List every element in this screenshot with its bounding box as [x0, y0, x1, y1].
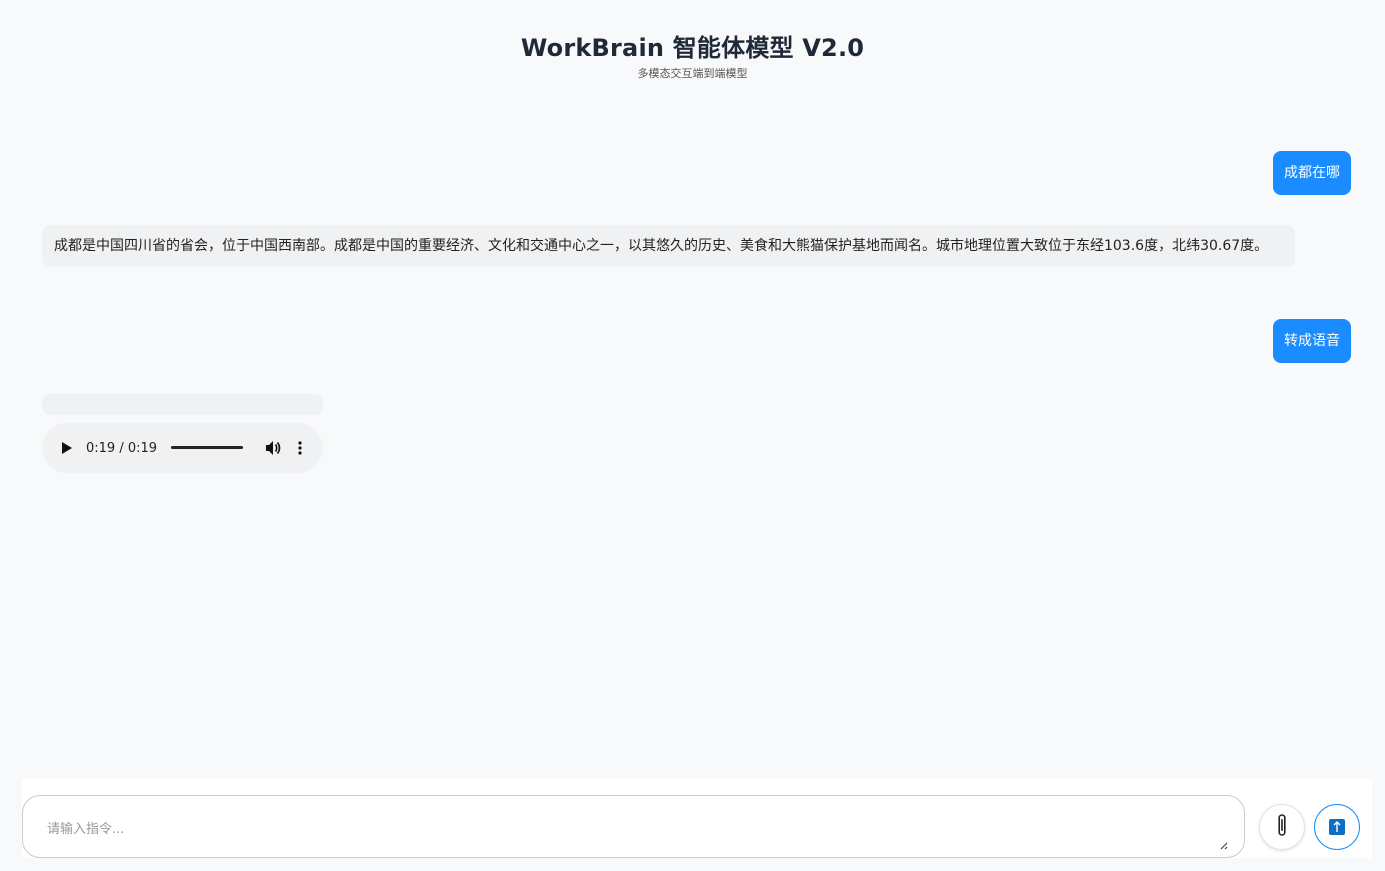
audio-player[interactable]: 0:19 / 0:19	[42, 423, 323, 473]
assistant-message: 成都是中国四川省的省会，位于中国西南部。成都是中国的重要经济、文化和交通中心之一…	[42, 225, 1295, 267]
paperclip-icon	[1278, 814, 1286, 840]
app-header: WorkBrain 智能体模型 V2.0 多模态交互端到端模型	[0, 28, 1385, 81]
user-message: 成都在哪	[1273, 151, 1351, 195]
page-title: WorkBrain 智能体模型 V2.0	[520, 34, 865, 62]
assistant-message-empty	[42, 394, 323, 415]
send-button[interactable]	[1314, 804, 1360, 850]
attach-button[interactable]	[1259, 804, 1305, 850]
page-subtitle: 多模态交互端到端模型	[637, 67, 748, 80]
send-icon	[1329, 819, 1345, 835]
audio-progress-bar[interactable]	[171, 446, 244, 450]
volume-icon[interactable]	[265, 439, 283, 457]
instruction-input[interactable]	[23, 796, 1244, 857]
audio-progress-fill	[171, 446, 244, 449]
composer	[22, 779, 1372, 858]
resize-handle-icon[interactable]	[1218, 835, 1228, 850]
more-options-icon[interactable]	[295, 439, 305, 457]
instruction-input-box	[22, 795, 1245, 858]
play-icon[interactable]	[60, 441, 74, 455]
user-message: 转成语音	[1273, 319, 1351, 363]
audio-time: 0:19 / 0:19	[86, 440, 158, 456]
